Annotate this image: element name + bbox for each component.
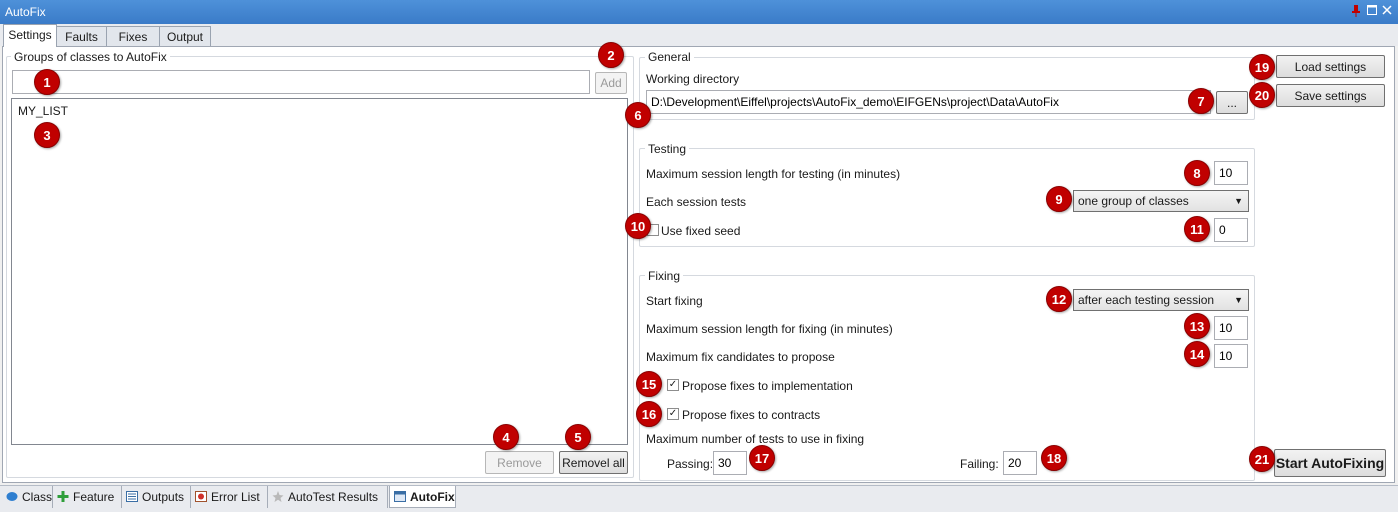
each-session-combo[interactable]: one group of classes ▼	[1073, 190, 1249, 212]
bottom-tab-error-list[interactable]: Error List	[191, 486, 268, 508]
each-session-value: one group of classes	[1078, 194, 1189, 208]
autofix-icon	[394, 491, 406, 502]
remove-button[interactable]: Remove	[485, 451, 554, 474]
tab-fixes[interactable]: Fixes	[106, 26, 160, 46]
error-list-icon	[195, 491, 207, 502]
callout-badge: 4	[493, 424, 519, 450]
chevron-down-icon: ▼	[1234, 295, 1243, 305]
load-settings-button[interactable]: Load settings	[1276, 55, 1385, 78]
max-candidates-label: Maximum fix candidates to propose	[646, 350, 835, 364]
testing-max-session-input[interactable]	[1214, 161, 1248, 185]
autotest-icon	[272, 491, 284, 502]
testing-max-session-label: Maximum session length for testing (in m…	[646, 167, 901, 181]
feature-icon	[57, 491, 69, 502]
bottom-tab-autotest-results[interactable]: AutoTest Results	[268, 486, 388, 508]
callout-badge: 11	[1184, 216, 1210, 242]
propose-contracts-checkbox[interactable]: ✓	[667, 408, 679, 420]
each-session-label: Each session tests	[646, 195, 747, 209]
callout-badge: 2	[598, 42, 624, 68]
add-button[interactable]: Add	[595, 72, 627, 94]
testing-legend: Testing	[645, 142, 690, 156]
tab-output[interactable]: Output	[159, 26, 211, 46]
groups-legend: Groups of classes to AutoFix	[11, 50, 170, 64]
general-legend: General	[645, 50, 694, 64]
pin-icon[interactable]	[1350, 5, 1362, 17]
bottom-tab-autofix[interactable]: AutoFix	[389, 486, 456, 508]
failing-input[interactable]	[1003, 451, 1037, 475]
callout-badge: 5	[565, 424, 591, 450]
seed-input[interactable]	[1214, 218, 1248, 242]
callout-badge: 3	[34, 122, 60, 148]
maximize-icon[interactable]	[1366, 5, 1378, 17]
propose-impl-label: Propose fixes to implementation	[682, 379, 853, 393]
callout-badge: 13	[1184, 313, 1210, 339]
bottom-tab-outputs[interactable]: Outputs	[122, 486, 191, 508]
callout-badge: 8	[1184, 160, 1210, 186]
window-title: AutoFix	[5, 5, 46, 19]
callout-badge: 14	[1184, 341, 1210, 367]
start-autofixing-button[interactable]: Start AutoFixing	[1274, 449, 1386, 477]
chevron-down-icon: ▼	[1234, 196, 1243, 206]
callout-badge: 18	[1041, 445, 1067, 471]
outputs-icon	[126, 491, 138, 502]
bottom-tab-feature[interactable]: Feature	[53, 486, 122, 508]
callout-badge: 19	[1249, 54, 1275, 80]
close-icon[interactable]	[1381, 5, 1393, 17]
fixed-seed-label: Use fixed seed	[661, 224, 741, 238]
passing-label: Passing:	[667, 457, 714, 471]
callout-badge: 9	[1046, 186, 1072, 212]
failing-label: Failing:	[960, 457, 999, 471]
max-tests-label: Maximum number of tests to use in fixing	[646, 432, 865, 446]
callout-badge: 1	[34, 69, 60, 95]
tab-settings[interactable]: Settings	[3, 24, 57, 47]
callout-badge: 21	[1249, 446, 1275, 472]
callout-badge: 20	[1249, 82, 1275, 108]
propose-impl-checkbox[interactable]: ✓	[667, 379, 679, 391]
list-item[interactable]: MY_LIST	[12, 99, 627, 123]
max-candidates-input[interactable]	[1214, 344, 1248, 368]
passing-input[interactable]	[713, 451, 747, 475]
tab-faults[interactable]: Faults	[56, 26, 107, 46]
class-icon	[6, 491, 18, 502]
callout-badge: 17	[749, 445, 775, 471]
start-fixing-value: after each testing session	[1078, 293, 1215, 307]
callout-badge: 6	[625, 102, 651, 128]
bottom-tab-class[interactable]: Class	[2, 486, 53, 508]
working-dir-input[interactable]	[646, 90, 1211, 114]
callout-badge: 7	[1188, 88, 1214, 114]
fixing-max-session-input[interactable]	[1214, 316, 1248, 340]
start-fixing-label: Start fixing	[646, 294, 703, 308]
working-dir-label: Working directory	[646, 72, 740, 86]
start-fixing-combo[interactable]: after each testing session ▼	[1073, 289, 1249, 311]
remove-all-button[interactable]: Removel all	[559, 451, 628, 474]
propose-contracts-label: Propose fixes to contracts	[682, 408, 821, 422]
callout-badge: 12	[1046, 286, 1072, 312]
window-titlebar: AutoFix	[0, 0, 1398, 24]
callout-badge: 16	[636, 401, 662, 427]
browse-button[interactable]: ...	[1216, 91, 1248, 114]
fixing-max-session-label: Maximum session length for fixing (in mi…	[646, 322, 893, 336]
callout-badge: 15	[636, 371, 662, 397]
group-input[interactable]	[12, 70, 590, 94]
groups-list[interactable]: MY_LIST	[11, 98, 628, 445]
save-settings-button[interactable]: Save settings	[1276, 84, 1385, 107]
callout-badge: 10	[625, 213, 651, 239]
fixing-legend: Fixing	[645, 269, 684, 283]
